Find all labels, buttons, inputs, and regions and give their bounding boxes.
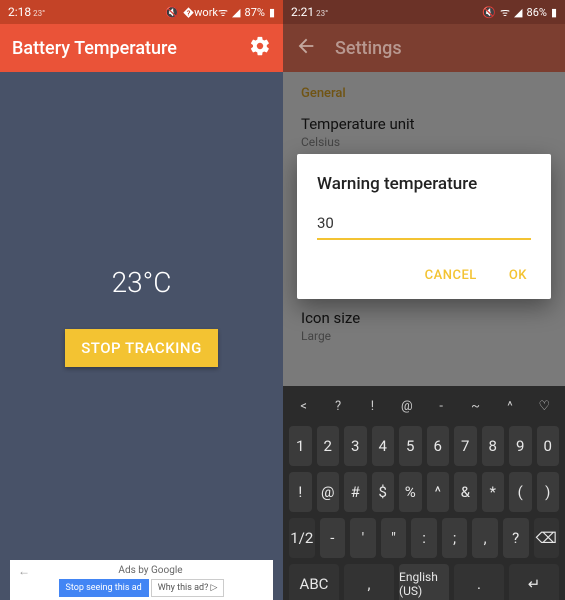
signal-icon: ◢ bbox=[514, 6, 522, 19]
key-0[interactable]: 0 bbox=[537, 426, 560, 466]
status-bar: 2:21 23° 🔇 ᯤ ◢ 86% ▮ bbox=[283, 0, 565, 24]
app-bar: Battery Temperature bbox=[0, 24, 283, 72]
temperature-value: 23°C bbox=[112, 266, 172, 299]
key-EnglishUS[interactable]: English (US) bbox=[399, 564, 449, 600]
signal-icon: ◢ bbox=[232, 6, 240, 19]
key-[interactable]: # bbox=[344, 472, 367, 512]
status-temp: 23° bbox=[316, 9, 328, 18]
key-9[interactable]: 9 bbox=[509, 426, 532, 466]
key-[interactable]: & bbox=[454, 472, 477, 512]
phone-left-screenshot: 2:18 23° 🔇 �workᯤ ◢ 87% ▮ Battery Temper… bbox=[0, 0, 283, 600]
key-[interactable]: ~ bbox=[461, 392, 490, 420]
key-[interactable]: @ bbox=[317, 472, 340, 512]
key-1[interactable]: 1 bbox=[289, 426, 312, 466]
key-[interactable]: ^ bbox=[495, 392, 524, 420]
status-time: 2:21 bbox=[291, 5, 314, 19]
key-2[interactable]: 2 bbox=[317, 426, 340, 466]
key-[interactable]: ⌫ bbox=[534, 518, 560, 558]
key-[interactable]: ( bbox=[509, 472, 532, 512]
key-[interactable]: ; bbox=[442, 518, 468, 558]
key-[interactable]: ! bbox=[289, 472, 312, 512]
key-[interactable]: - bbox=[427, 392, 456, 420]
wifi-icon: ᯤ bbox=[500, 5, 510, 20]
cancel-button[interactable]: CANCEL bbox=[421, 262, 481, 289]
battery-icon: ▮ bbox=[551, 6, 557, 19]
battery-pct: 87% bbox=[245, 6, 265, 19]
key-5[interactable]: 5 bbox=[399, 426, 422, 466]
mute-icon: 🔇 bbox=[482, 6, 496, 19]
key-[interactable]: ! bbox=[358, 392, 387, 420]
wifi-icon: �workᯤ bbox=[183, 5, 228, 20]
ad-label: Ads by Google bbox=[36, 565, 265, 576]
key-[interactable]: : bbox=[411, 518, 437, 558]
main-content: 23°C STOP TRACKING bbox=[0, 72, 283, 560]
key-[interactable]: " bbox=[381, 518, 407, 558]
status-temp: 23° bbox=[33, 9, 45, 18]
settings-body: General Temperature unit Celsius Allow n… bbox=[283, 72, 565, 600]
key-[interactable]: % bbox=[399, 472, 422, 512]
key-ABC[interactable]: ABC bbox=[289, 564, 339, 600]
warning-temp-input[interactable] bbox=[317, 210, 531, 240]
key-[interactable]: ) bbox=[537, 472, 560, 512]
ad-banner: ← Ads by Google Stop seeing this ad Why … bbox=[10, 560, 273, 600]
key-7[interactable]: 7 bbox=[454, 426, 477, 466]
key-[interactable]: , bbox=[472, 518, 498, 558]
status-bar: 2:18 23° 🔇 �workᯤ ◢ 87% ▮ bbox=[0, 0, 283, 24]
key-[interactable]: ↵ bbox=[509, 564, 559, 600]
stop-tracking-button[interactable]: STOP TRACKING bbox=[65, 329, 218, 367]
ad-stop-button[interactable]: Stop seeing this ad bbox=[59, 579, 149, 597]
key-[interactable]: @ bbox=[392, 392, 421, 420]
app-bar: Settings bbox=[283, 24, 565, 72]
key-3[interactable]: 3 bbox=[344, 426, 367, 466]
dialog-title: Warning temperature bbox=[317, 174, 531, 194]
key-[interactable]: $ bbox=[372, 472, 395, 512]
warning-temperature-dialog: Warning temperature CANCEL OK bbox=[297, 154, 551, 299]
key-[interactable]: * bbox=[482, 472, 505, 512]
ad-why-button[interactable]: Why this ad? ▷ bbox=[151, 579, 225, 597]
mute-icon: 🔇 bbox=[165, 6, 179, 19]
key-[interactable]: . bbox=[454, 564, 504, 600]
battery-icon: ▮ bbox=[269, 6, 275, 19]
key-[interactable]: - bbox=[320, 518, 346, 558]
status-time: 2:18 bbox=[8, 5, 31, 19]
key-6[interactable]: 6 bbox=[427, 426, 450, 466]
key-[interactable]: ? bbox=[503, 518, 529, 558]
ad-back-icon[interactable]: ← bbox=[18, 564, 30, 578]
key-[interactable]: < bbox=[289, 392, 318, 420]
app-title: Settings bbox=[335, 38, 553, 59]
key-[interactable]: ♡ bbox=[530, 392, 559, 420]
gear-icon[interactable] bbox=[249, 35, 271, 61]
key-[interactable]: ^ bbox=[427, 472, 450, 512]
back-icon[interactable] bbox=[295, 35, 335, 61]
key-4[interactable]: 4 bbox=[372, 426, 395, 466]
battery-pct: 86% bbox=[527, 6, 547, 19]
ok-button[interactable]: OK bbox=[505, 262, 531, 289]
key-[interactable]: ' bbox=[350, 518, 376, 558]
key-8[interactable]: 8 bbox=[482, 426, 505, 466]
key-[interactable]: ? bbox=[323, 392, 352, 420]
phone-right-screenshot: 2:21 23° 🔇 ᯤ ◢ 86% ▮ Settings General Te… bbox=[283, 0, 565, 600]
key-12[interactable]: 1/2 bbox=[289, 518, 315, 558]
key-[interactable]: , bbox=[344, 564, 394, 600]
keyboard: <?!@-~^♡ 1234567890 !@#$%^&*() 1/2-'":;,… bbox=[283, 386, 565, 600]
app-title: Battery Temperature bbox=[12, 38, 249, 59]
